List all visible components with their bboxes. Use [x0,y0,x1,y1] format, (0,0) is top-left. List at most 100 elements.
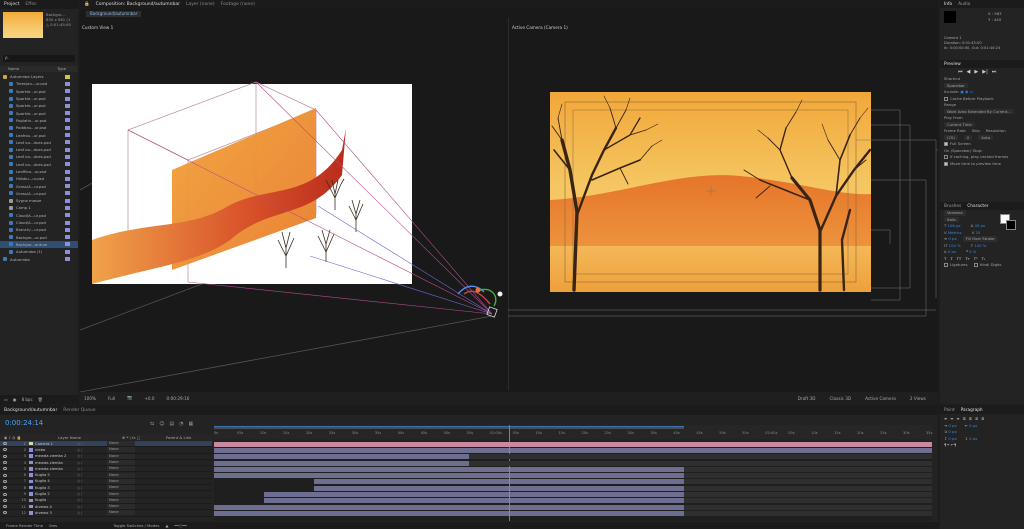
visibility-eye-icon[interactable] [3,486,7,490]
label-color[interactable] [65,184,70,189]
tab-brushes[interactable]: Brushes [944,204,961,209]
horizontal-scale-value[interactable]: 100 % [974,243,986,248]
new-comp-icon[interactable]: ▣ [13,397,17,402]
space-before-value[interactable]: 0 px [948,436,956,441]
timeline-timecode[interactable]: 0:00:24:14 [5,419,43,427]
parent-dropdown[interactable]: None [107,497,135,503]
move-time-checkbox[interactable] [944,161,948,166]
layer-name[interactable]: Kuglia [35,498,77,502]
label-color[interactable] [65,162,70,167]
label-color[interactable] [65,125,70,130]
cache-checkbox[interactable] [944,96,948,101]
new-folder-icon[interactable]: ▭ [4,397,8,402]
project-item[interactable]: Leaf ou...dues.psd [0,161,78,168]
time-ruler[interactable]: 0s 05s 10s 15s 20s 25s 30s 35s 40s 45s 50s 55s 01:00… [214,425,932,439]
renderer-dropdown[interactable]: Classic 3D [827,395,853,402]
layer-switches[interactable]: ◎ / [77,448,107,452]
project-item[interactable]: Leaf ou...dues.psd [0,139,78,146]
label-color[interactable] [65,74,70,79]
project-item[interactable]: Cloud/A...ur.psd [0,212,78,219]
toggle-switches-modes[interactable]: Toggle Switches / Modes [113,523,159,528]
visibility-eye-icon[interactable] [3,505,7,509]
parent-dropdown[interactable]: None [107,491,135,497]
space-after-value[interactable]: 0 px [969,436,977,441]
tab-character[interactable]: Character [967,204,988,209]
ltr-icon[interactable]: ¶→ [944,442,950,447]
parent-dropdown[interactable]: None [107,441,135,447]
layer-label-color[interactable] [29,454,33,458]
layer-name[interactable]: mewda ziemka [35,467,77,471]
parent-dropdown[interactable]: None [107,460,135,466]
parent-dropdown[interactable]: None [107,466,135,472]
layer-switches[interactable]: ◎ / [77,511,107,515]
layer-label-color[interactable] [29,511,33,515]
baseline-value[interactable]: 0 px [948,249,956,254]
kerning-value[interactable]: Metrics [948,230,962,235]
project-item[interactable]: Autumnba [0,255,78,262]
layer-switches[interactable]: ◎ / [77,473,107,477]
layer-name[interactable]: mewda ziemka 2 [35,454,77,458]
parent-dropdown[interactable]: None [107,485,135,491]
tab-comp-timeline[interactable]: Background/autumnbar [4,408,57,413]
visibility-eye-icon[interactable] [3,467,7,471]
layer-label-color[interactable] [29,485,33,490]
rtl-icon[interactable]: ←¶ [951,442,957,447]
layer-name[interactable]: Kuglia 5 [35,473,77,477]
next-frame-icon[interactable]: ▶| [982,69,988,75]
layer-switches[interactable]: ◎ / [77,467,107,471]
visibility-eye-icon[interactable] [3,454,7,458]
draft-3d-toggle[interactable]: Draft 3D [796,395,818,402]
hindi-digits-checkbox[interactable] [973,263,978,267]
label-color[interactable] [65,103,70,108]
label-color[interactable] [65,227,70,232]
label-color[interactable] [65,89,70,94]
layer-name[interactable]: Kuglia 3 [35,486,77,490]
parent-dropdown[interactable]: None [107,510,135,516]
project-item[interactable]: Leaf ou...dues.psd [0,153,78,160]
skip-field[interactable]: 0 [963,134,973,140]
project-item[interactable]: Sparkle...ur.psd [0,109,78,116]
visibility-eye-icon[interactable] [3,473,7,477]
layer-switches[interactable]: ◎ / [77,505,107,509]
project-item[interactable]: Leafflou...ur.psd [0,168,78,175]
label-color[interactable] [65,81,70,86]
comp-flowchart-icon[interactable]: ⇆ [150,421,154,427]
layer-duration-bar[interactable] [214,454,469,460]
label-color[interactable] [65,191,70,196]
camera-view-dropdown[interactable]: Active Camera [863,395,898,402]
label-color[interactable] [65,257,70,262]
comp-canvas[interactable] [80,0,938,392]
project-item[interactable]: Grass/A...ur.psd [0,182,78,189]
graph-editor-icon[interactable]: ▦ [189,421,194,427]
label-color[interactable] [65,242,70,247]
layer-name[interactable]: niebo [35,448,77,452]
motion-blur-icon[interactable]: ◔ [179,421,183,427]
parent-dropdown[interactable]: None [107,478,135,484]
label-color[interactable] [65,198,70,203]
label-color[interactable] [65,154,70,159]
project-item[interactable]: Leafrou...ur.psd [0,131,78,138]
label-color[interactable] [65,249,70,254]
project-item[interactable]: Poplatin...ur.psd [0,117,78,124]
parent-dropdown[interactable]: None [107,472,135,478]
indent-first-value[interactable]: 0 px [948,429,956,434]
layer-duration-bar[interactable] [214,447,932,453]
snapshot-icon[interactable]: 📷 [125,394,134,402]
indent-left-value[interactable]: 0 px [948,423,956,428]
leading-value[interactable]: 45 px [975,223,986,228]
label-color[interactable] [65,96,70,101]
parent-dropdown[interactable]: None [107,447,135,453]
layer-duration-bar[interactable] [214,460,469,466]
layer-name[interactable]: Kuglia 2 [35,492,77,496]
visibility-eye-icon[interactable] [3,492,7,496]
label-color[interactable] [65,169,70,174]
layer-label-color[interactable] [29,498,33,503]
magnification-dropdown[interactable]: 100% [82,395,98,402]
tab-project[interactable]: Project [4,2,19,7]
column-name[interactable]: Name [8,66,19,72]
align-right-icon[interactable]: ≡ [956,416,959,423]
layer-switches[interactable]: ◎ / [77,498,107,502]
layer-label-color[interactable] [29,473,33,477]
tab-effects[interactable]: Effec [25,2,36,7]
parent-dropdown[interactable]: None [107,504,135,510]
